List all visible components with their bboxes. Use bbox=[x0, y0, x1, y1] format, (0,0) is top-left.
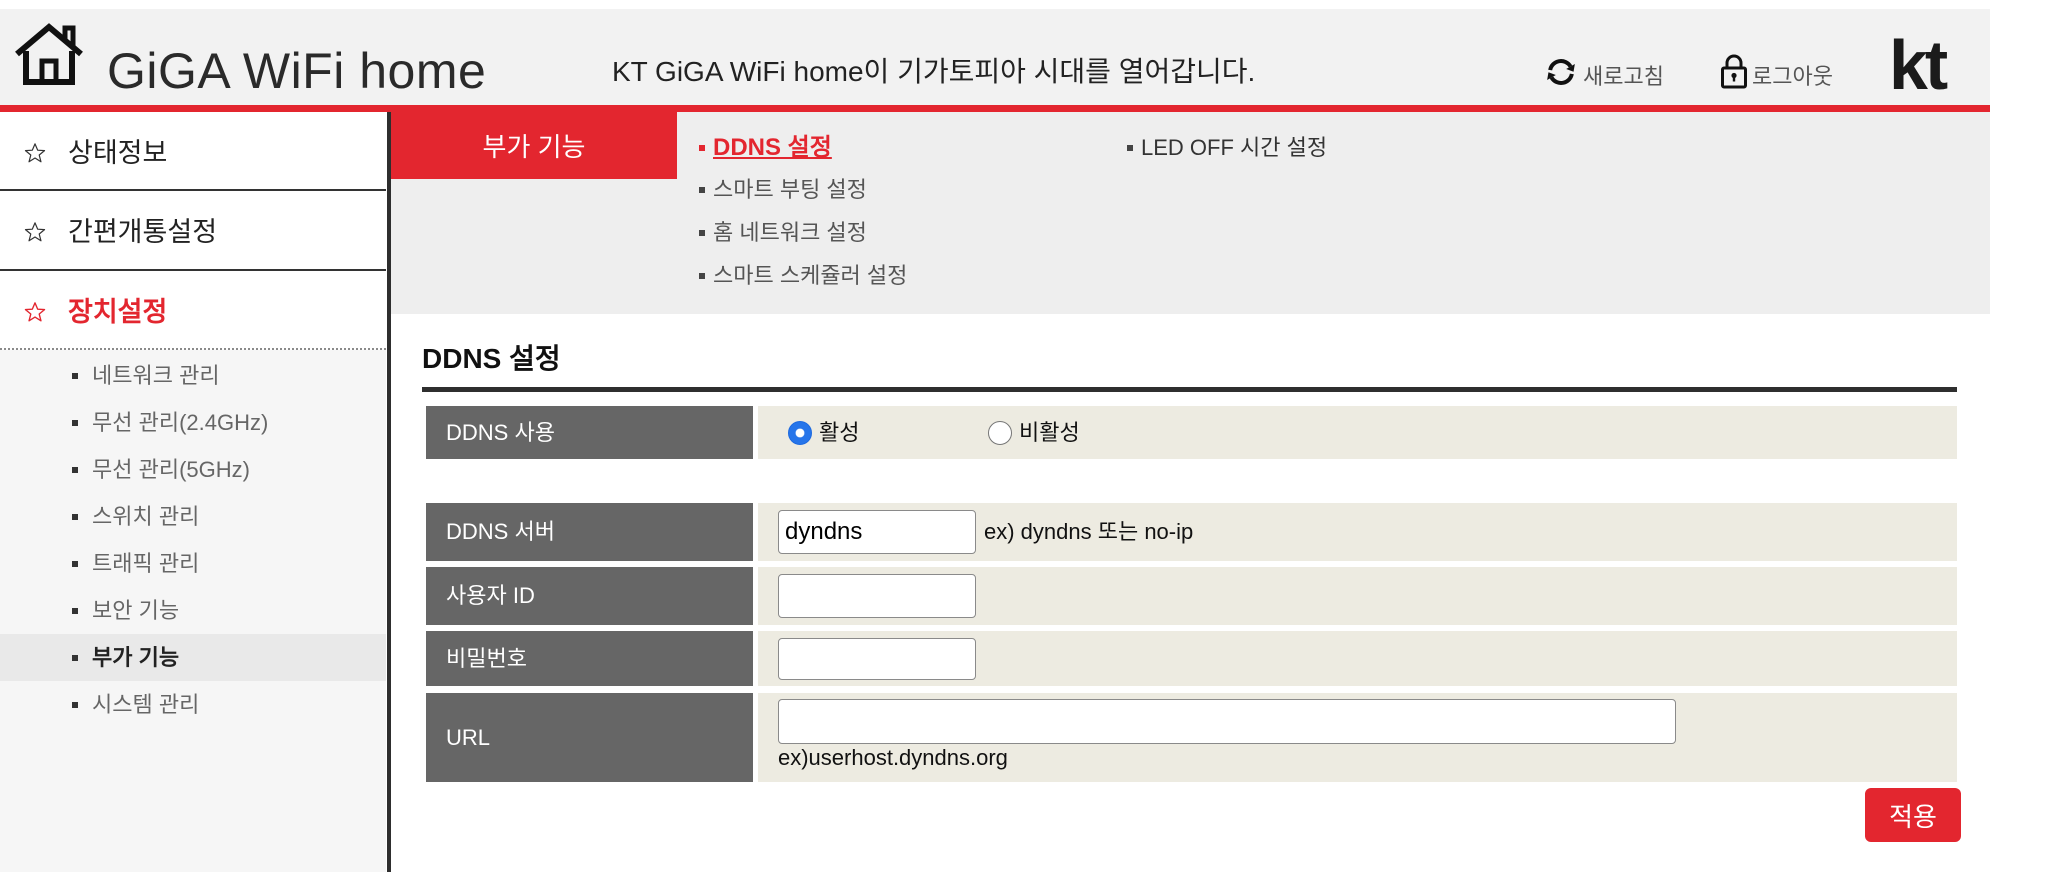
sidebar-item-network[interactable]: 네트워크 관리 bbox=[0, 352, 386, 399]
sidebar-item-wireless-5ghz[interactable]: 무선 관리(5GHz) bbox=[0, 446, 386, 493]
subnav-item-smart-boot[interactable]: 스마트 부팅 설정 bbox=[699, 175, 867, 205]
sidebar-item-label: 부가 기능 bbox=[92, 644, 180, 670]
subnav-item-smart-scheduler[interactable]: 스마트 스케쥴러 설정 bbox=[699, 261, 907, 291]
form-row-url: URL ex)userhost.dyndns.org bbox=[426, 693, 1957, 782]
ddns-enable-label: 활성 bbox=[819, 419, 860, 445]
bullet-icon bbox=[699, 230, 705, 236]
form-row-user-id: 사용자 ID bbox=[426, 567, 1957, 625]
title-divider bbox=[422, 387, 1957, 392]
form-row-password: 비밀번호 bbox=[426, 631, 1957, 686]
bullet-icon bbox=[699, 187, 705, 193]
subnav-item-label: DDNS 설정 bbox=[713, 134, 832, 161]
star-icon bbox=[24, 222, 46, 242]
sidebar-item-label: 무선 관리(5GHz) bbox=[92, 456, 250, 482]
password-label: 비밀번호 bbox=[426, 631, 753, 686]
header-tagline: KT GiGA WiFi home이 기가토피아 시대를 열어갑니다. bbox=[612, 56, 1256, 87]
bullet-icon bbox=[699, 273, 705, 279]
refresh-label: 새로고침 bbox=[1583, 64, 1664, 89]
subnav-item-label: 스마트 스케쥴러 설정 bbox=[713, 263, 908, 288]
bullet-icon bbox=[72, 607, 78, 614]
ddns-server-input[interactable] bbox=[778, 510, 976, 554]
form-row-ddns-server: DDNS 서버 ex) dyndns 또는 no-ip bbox=[426, 503, 1957, 561]
password-value-cell bbox=[758, 631, 1957, 686]
sidebar-item-label: 트래픽 관리 bbox=[92, 550, 200, 576]
sidebar-item-switch[interactable]: 스위치 관리 bbox=[0, 493, 386, 540]
form-row-ddns-use: DDNS 사용 활성 비활성 bbox=[426, 406, 1957, 459]
sidebar-section-device-settings[interactable]: 장치설정 bbox=[0, 271, 386, 350]
ddns-disable-option[interactable]: 비활성 bbox=[988, 406, 1080, 459]
subnav-item-home-network[interactable]: 홈 네트워크 설정 bbox=[699, 218, 867, 248]
star-icon bbox=[24, 142, 46, 162]
sidebar-section-label: 장치설정 bbox=[68, 296, 168, 327]
sidebar-submenu: 네트워크 관리 무선 관리(2.4GHz) 무선 관리(5GHz) 스위치 관리… bbox=[0, 350, 386, 872]
bullet-icon bbox=[72, 560, 78, 567]
sidebar-item-label: 네트워크 관리 bbox=[92, 362, 220, 388]
bullet-icon bbox=[1127, 145, 1133, 151]
bullet-icon bbox=[72, 419, 78, 426]
sidebar-item-security[interactable]: 보안 기능 bbox=[0, 587, 386, 634]
sidebar-section-status[interactable]: 상태정보 bbox=[0, 112, 386, 191]
ddns-server-label: DDNS 서버 bbox=[426, 503, 753, 561]
page-title: DDNS 설정 bbox=[422, 343, 561, 374]
sidebar-item-traffic[interactable]: 트래픽 관리 bbox=[0, 540, 386, 587]
bullet-icon bbox=[72, 513, 78, 520]
ddns-use-label: DDNS 사용 bbox=[426, 406, 753, 459]
subnav-item-label: LED OFF 시간 설정 bbox=[1141, 135, 1328, 160]
subnav-item-label: 홈 네트워크 설정 bbox=[713, 220, 867, 245]
ddns-enable-option[interactable]: 활성 bbox=[788, 406, 859, 459]
apply-button[interactable]: 적용 bbox=[1865, 788, 1961, 842]
header: GiGA WiFi home KT GiGA WiFi home이 기가토피아 … bbox=[0, 9, 1990, 105]
ddns-use-value-cell: 활성 비활성 bbox=[758, 406, 1957, 459]
ddns-disable-label: 비활성 bbox=[1019, 419, 1080, 445]
sidebar-section-quick-setup[interactable]: 간편개통설정 bbox=[0, 191, 386, 271]
sidebar-item-additional-features[interactable]: 부가 기능 bbox=[0, 634, 386, 681]
subnav-category-tab: 부가 기능 bbox=[391, 112, 677, 179]
sidebar-section-label: 간편개통설정 bbox=[68, 217, 218, 247]
sidebar-item-label: 무선 관리(2.4GHz) bbox=[92, 409, 269, 435]
subnav-item-ddns[interactable]: DDNS 설정 bbox=[699, 133, 832, 163]
app-logo-text: GiGA WiFi home bbox=[107, 43, 487, 99]
sidebar-item-wireless-24ghz[interactable]: 무선 관리(2.4GHz) bbox=[0, 399, 386, 446]
sidebar-item-system[interactable]: 시스템 관리 bbox=[0, 681, 386, 728]
user-id-input[interactable] bbox=[778, 574, 976, 618]
subnav-band: 부가 기능 DDNS 설정 스마트 부팅 설정 홈 네트워크 설정 스마트 스케… bbox=[391, 112, 1990, 314]
logout-label: 로그아웃 bbox=[1752, 64, 1833, 89]
ddns-server-value-cell: ex) dyndns 또는 no-ip bbox=[758, 503, 1957, 561]
sidebar-item-label: 스위치 관리 bbox=[92, 503, 200, 529]
subnav-item-led-off[interactable]: LED OFF 시간 설정 bbox=[1127, 133, 1327, 163]
refresh-icon bbox=[1547, 59, 1575, 85]
sidebar-item-label: 시스템 관리 bbox=[92, 691, 200, 717]
header-divider bbox=[0, 105, 1990, 112]
star-icon bbox=[24, 301, 46, 321]
user-id-label: 사용자 ID bbox=[426, 567, 753, 625]
password-input[interactable] bbox=[778, 638, 976, 680]
bullet-icon bbox=[699, 145, 705, 151]
logout-button[interactable]: 로그아웃 bbox=[1719, 53, 1833, 89]
refresh-button[interactable]: 새로고침 bbox=[1542, 53, 1664, 89]
sidebar-section-label: 상태정보 bbox=[68, 137, 168, 168]
kt-brand-logo: kt bbox=[1889, 26, 1948, 104]
subnav-item-label: 스마트 부팅 설정 bbox=[713, 177, 867, 202]
url-label: URL bbox=[426, 693, 753, 782]
url-hint: ex)userhost.dyndns.org bbox=[778, 745, 1008, 770]
bullet-icon bbox=[72, 372, 78, 379]
user-id-value-cell bbox=[758, 567, 1957, 625]
lock-icon bbox=[1721, 54, 1747, 89]
ddns-server-hint: ex) dyndns 또는 no-ip bbox=[984, 519, 1194, 544]
url-input[interactable] bbox=[778, 699, 1676, 744]
bullet-icon bbox=[72, 701, 78, 708]
ddns-disable-radio[interactable] bbox=[988, 420, 1012, 445]
house-icon[interactable] bbox=[13, 22, 85, 86]
bullet-icon bbox=[72, 466, 78, 473]
ddns-enable-radio[interactable] bbox=[788, 420, 812, 445]
sidebar: 상태정보 간편개통설정 장치설정 네트워크 관리 무선 관리(2.4GHz) 무… bbox=[0, 112, 387, 872]
bullet-icon bbox=[72, 654, 78, 661]
sidebar-item-label: 보안 기능 bbox=[92, 597, 180, 623]
url-value-cell: ex)userhost.dyndns.org bbox=[758, 693, 1957, 782]
